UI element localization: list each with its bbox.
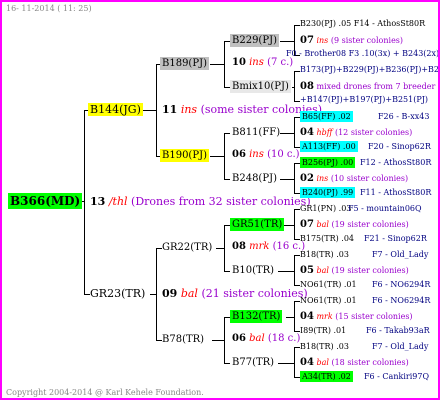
gen4-g5-bot-right: F21 - Sinop62R — [364, 234, 427, 243]
gen4-g8-bot[interactable]: A34(TR) .02 — [300, 371, 353, 382]
gen1-sire[interactable]: B144(JG) — [88, 103, 143, 116]
gen4-g4-top-right: F12 - AthosSt80R — [360, 158, 432, 167]
gen4-g3-mid: 04 hbff (12 sister colonies) — [300, 127, 413, 138]
gen1-dam[interactable]: GR23(TR) — [88, 287, 147, 300]
footer-copyright: Copyright 2004-2014 @ Karl Kehele Founda… — [6, 388, 204, 397]
gen2-mating-4: 06 bal (18 c.) — [232, 333, 301, 344]
gen3-node-5[interactable]: GR51(TR) — [230, 218, 285, 231]
gen4-g4-bot-right: F11 - AthosSt80R — [360, 188, 432, 197]
gen2-node-3[interactable]: GR22(TR) — [160, 241, 214, 254]
gen4-g7-top[interactable]: NO61(TR) .01 — [300, 296, 357, 305]
gen4-g5-bot[interactable]: B175(TR) .04 — [300, 234, 354, 243]
gen4-g2-top[interactable]: B173(PJ)+B229(PJ)+B236(PJ)+B227(PJ)+B231… — [300, 65, 438, 74]
gen4-g2-mid: 08 mixed drones from 7 breeder colonies — [300, 81, 438, 92]
gen4-g8-mid: 04 bal (18 sister colonies) — [300, 357, 409, 368]
gen1-dam-mating: 09 bal (21 sister colonies) — [162, 287, 308, 300]
gen4-g4-bot[interactable]: B240(PJ) .99 — [300, 187, 356, 198]
gen4-g6-top-right: F7 - Old_Lady — [372, 250, 429, 259]
gen3-node-8[interactable]: B77(TR) — [230, 356, 276, 369]
pedigree-canvas: { "header": { "date": "16- 11-2014 ( 11:… — [0, 0, 440, 400]
gen4-g1-mid: 07 ins (9 sister colonies) — [300, 35, 404, 46]
gen4-g8-bot-right: F6 - Cankiri97Q — [364, 372, 429, 381]
gen3-node-3[interactable]: B811(FF) — [230, 126, 282, 139]
gen4-g4-mid: 02 ins (10 sister colonies) — [300, 173, 409, 184]
gen4-g3-bot-right: F20 - Sinop62R — [368, 142, 431, 151]
gen3-node-2[interactable]: Bmix10(PJ) — [230, 80, 291, 93]
gen4-g8-top[interactable]: B18(TR) .03 — [300, 342, 349, 351]
gen4-g7-mid: 04 mrk (15 sister colonies) — [300, 311, 413, 322]
root-mating: 13 /thl (Drones from 32 sister colonies) — [90, 195, 311, 208]
gen3-node-1[interactable]: B229(PJ) — [230, 34, 279, 47]
gen4-g3-top[interactable]: B65(FF) .02 — [300, 111, 353, 122]
gen4-g5-top[interactable]: GR1(PN) .03 — [300, 204, 351, 213]
root-node[interactable]: B366(MD) — [8, 193, 83, 209]
gen4-g6-bot-right: F6 - NO6294R — [372, 280, 431, 289]
gen4-g7-bot-right: F6 - Takab93aR — [366, 326, 430, 335]
gen1-sire-mating: 11 ins (some sister colonies) — [162, 103, 323, 116]
gen4-g2-bot[interactable]: +B147(PJ)+B197(PJ)+B251(PJ) — [300, 95, 428, 104]
gen4-g6-top[interactable]: B18(TR) .03 — [300, 250, 349, 259]
gen2-mating-2: 06 ins (10 c.) — [232, 149, 300, 160]
gen4-g5-top-right: F5 - mountain06Q — [348, 204, 422, 213]
gen4-g7-top-right: F6 - NO6294R — [372, 296, 431, 305]
gen4-g1-bot[interactable]: F0 - Brother08 F3 .10(3x) + B243(2x) — [286, 49, 438, 58]
gen4-g4-top[interactable]: B256(PJ) .00 — [300, 157, 356, 168]
gen4-g5-mid: 07 bal (19 sister colonies) — [300, 219, 409, 230]
gen4-g8-top-right: F7 - Old_Lady — [372, 342, 429, 351]
gen4-g3-bot[interactable]: A113(FF) .00 — [300, 141, 358, 152]
gen4-g6-mid: 05 bal (19 sister colonies) — [300, 265, 409, 276]
gen2-node-1[interactable]: B189(PJ) — [160, 57, 209, 70]
gen4-g6-bot[interactable]: NO61(TR) .01 — [300, 280, 357, 289]
gen4-g1-top[interactable]: B230(PJ) .05 F14 - AthosSt80R — [300, 19, 425, 28]
gen2-node-4[interactable]: B78(TR) — [160, 333, 206, 346]
gen3-node-4[interactable]: B248(PJ) — [230, 172, 279, 185]
gen4-g3-top-right: F26 - B-xx43 — [378, 112, 430, 121]
header-date: 16- 11-2014 ( 11: 25) — [6, 4, 92, 13]
gen3-node-6[interactable]: B10(TR) — [230, 264, 276, 277]
gen2-mating-1: 10 ins (7 c.) — [232, 57, 294, 68]
gen4-g7-bot[interactable]: I89(TR) .01 — [300, 326, 346, 335]
gen2-node-2[interactable]: B190(PJ) — [160, 149, 209, 162]
gen2-mating-3: 08 mrk (16 c.) — [232, 241, 306, 252]
gen3-node-7[interactable]: B132(TR) — [230, 310, 283, 323]
